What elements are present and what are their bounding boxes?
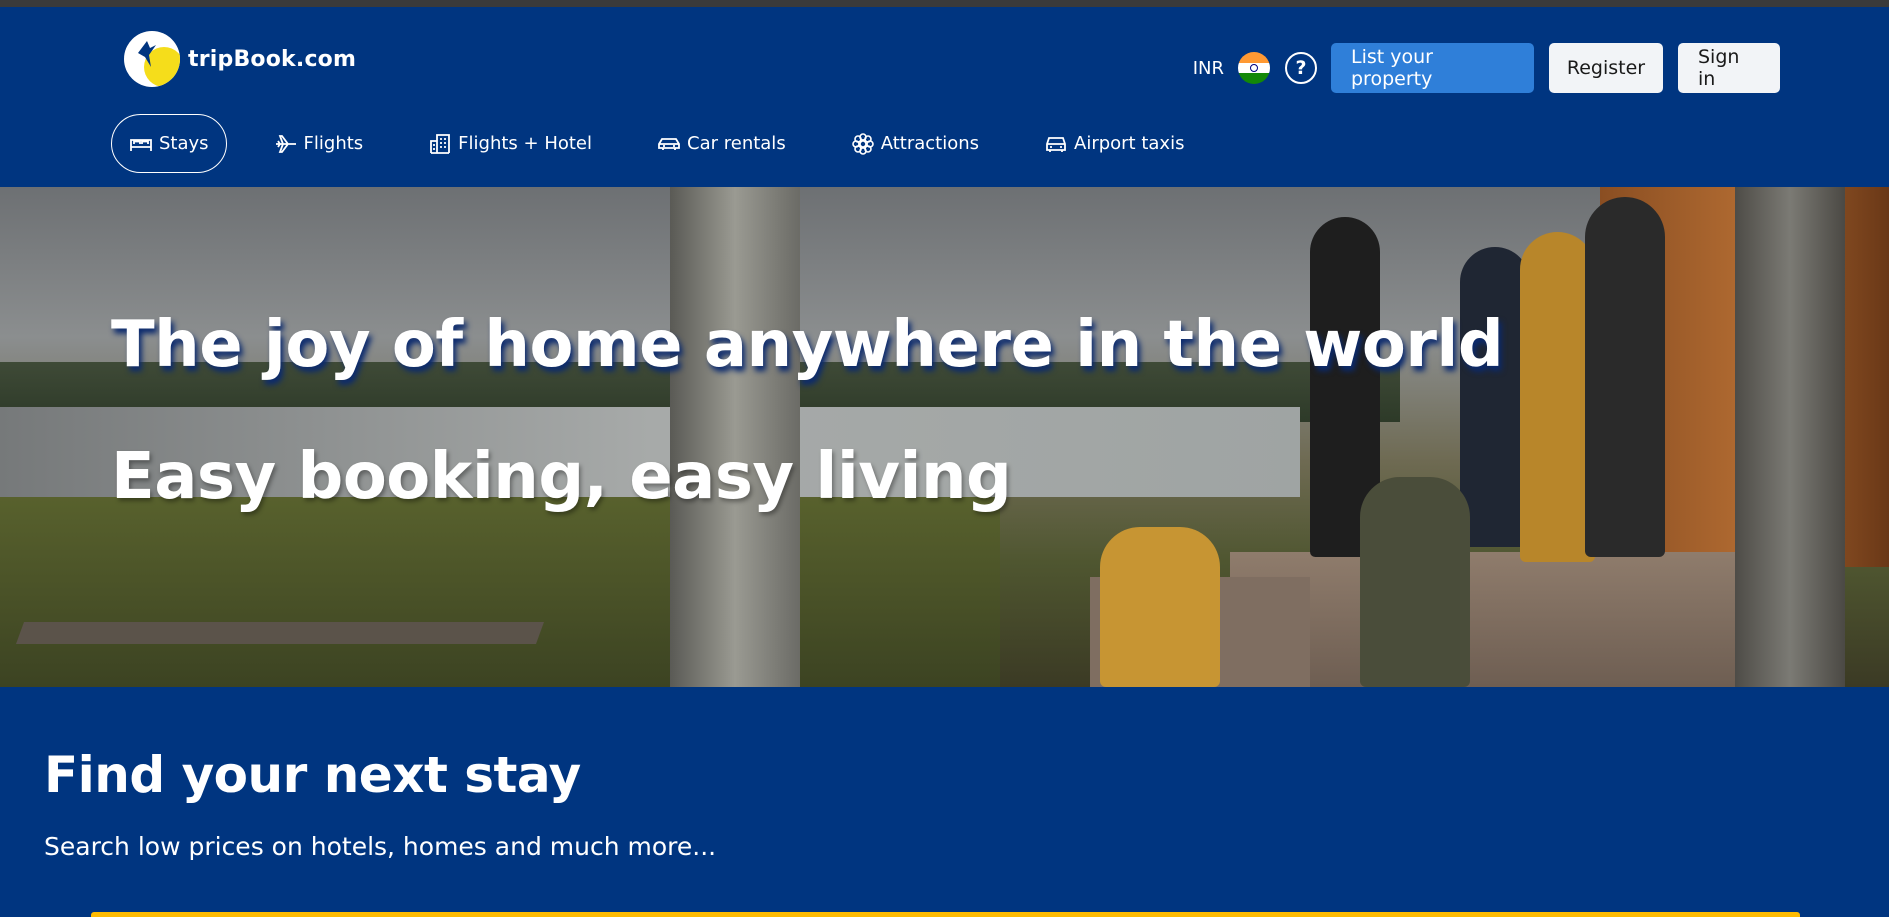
car-icon (658, 137, 680, 150)
browser-top-strip (0, 0, 1889, 7)
hotel-building-icon (430, 133, 451, 154)
hero-banner (0, 187, 1889, 687)
nav-item-label: Flights (303, 133, 364, 154)
signin-button[interactable]: Sign in (1678, 43, 1780, 93)
logo-text: tripBook.com (188, 46, 357, 72)
nav-item-label: Car rentals (687, 133, 786, 154)
header-tools: INR ? List your property Register Sign i… (1193, 43, 1780, 93)
search-bar-top-edge (91, 912, 1800, 917)
hero-photo-person (1520, 232, 1595, 562)
site-header: tripBook.com INR ? List your property Re… (0, 7, 1889, 187)
airplane-icon (275, 134, 296, 153)
hero-photo-person (1585, 197, 1665, 557)
india-flag-icon[interactable] (1238, 52, 1270, 84)
hero-photo-dock (15, 622, 545, 644)
hero-photo-tree-trunk (670, 187, 800, 687)
search-title: Find your next stay (44, 746, 581, 804)
help-icon[interactable]: ? (1285, 52, 1317, 84)
search-subtitle: Search low prices on hotels, homes and m… (44, 832, 717, 861)
register-button[interactable]: Register (1549, 43, 1663, 93)
nav-item-flights[interactable]: Flights (256, 114, 382, 173)
nav-item-stays[interactable]: Stays (111, 114, 227, 173)
bed-icon (130, 138, 152, 151)
hero-photo-person (1100, 527, 1220, 687)
logo-mark-icon (124, 31, 180, 87)
hero-photo-person (1360, 477, 1470, 687)
product-nav: Stays Flights Flights + Hotel Car rental… (111, 114, 1231, 173)
nav-item-airport-taxis[interactable]: Airport taxis (1026, 114, 1202, 173)
hero-photo-grass (0, 497, 1000, 687)
taxi-icon (1046, 136, 1066, 152)
nav-item-attractions[interactable]: Attractions (833, 114, 997, 173)
nav-item-car-rentals[interactable]: Car rentals (639, 114, 804, 173)
flower-icon (851, 132, 874, 155)
currency-selector[interactable]: INR (1193, 58, 1224, 79)
hero-photo-tree-trunk (1735, 187, 1845, 687)
list-property-button[interactable]: List your property (1331, 43, 1534, 93)
hero-title: The joy of home anywhere in the world (111, 308, 1504, 382)
nav-item-label: Flights + Hotel (458, 133, 593, 154)
nav-item-label: Stays (159, 133, 209, 154)
hero-subtitle: Easy booking, easy living (111, 440, 1012, 514)
nav-item-label: Airport taxis (1074, 133, 1185, 154)
nav-item-label: Attractions (880, 133, 979, 154)
site-logo[interactable]: tripBook.com (124, 31, 356, 87)
nav-item-flights-hotel[interactable]: Flights + Hotel (410, 114, 610, 173)
